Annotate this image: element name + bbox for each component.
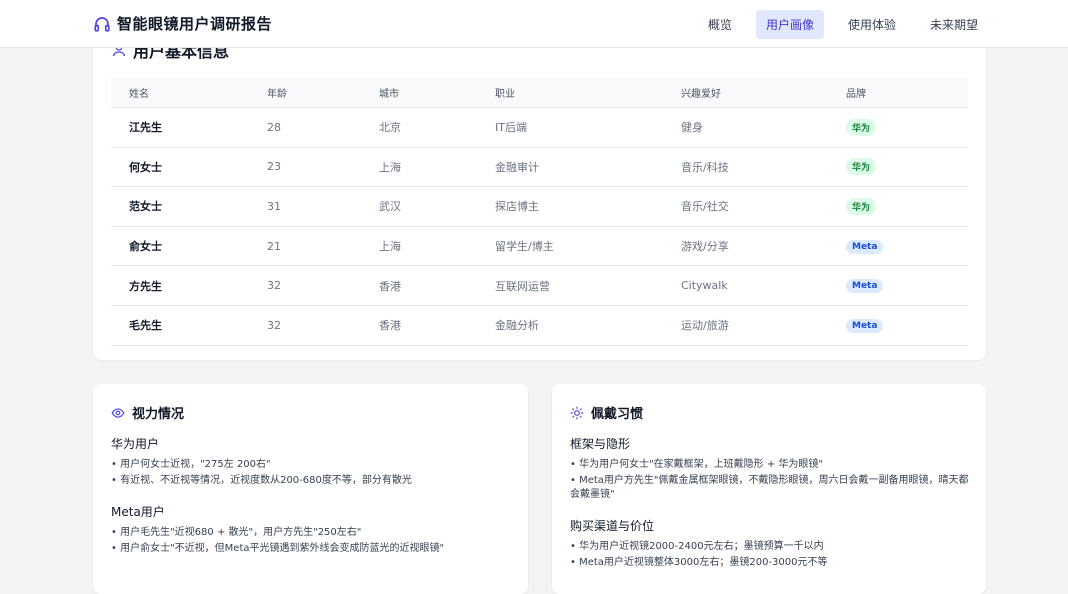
habits-card: 佩戴习惯 框架与隐形 • 华为用户何女士"在家戴框架，上班戴隐形 + 华为眼镜"… xyxy=(552,384,986,594)
group-title: 框架与隐形 xyxy=(570,437,631,451)
column-header: 城市 xyxy=(361,77,477,108)
eye-icon xyxy=(111,407,125,418)
brand-badge: Meta xyxy=(846,279,884,294)
vision-card: 视力情况 华为用户 • 用户何女士近视，"275左 200右" • 有近视、不近… xyxy=(93,384,528,594)
habits-title: 佩戴习惯 xyxy=(591,407,644,422)
bullet-item: • Meta用户近视镜整体3000左右；墨镜200-3000元不等 xyxy=(570,557,828,568)
table-row: 江先生 28 北京 IT后端 健身 华为 xyxy=(111,107,968,148)
table-row: 俞女士 21 上海 留学生/博主 游戏/分享 Meta xyxy=(111,226,968,267)
bullet-item: • 用户毛先生"近视680 + 散光"，用户方先生"250左右" xyxy=(111,527,362,538)
cell-hobby: 健身 xyxy=(663,107,828,148)
cell-brand: Meta xyxy=(828,226,968,267)
nav-expectations[interactable]: 未来期望 xyxy=(920,10,988,39)
brand-badge: 华为 xyxy=(846,197,877,215)
cell-age: 23 xyxy=(249,147,361,188)
cell-city: 北京 xyxy=(361,107,477,148)
brand[interactable]: 智能眼镜用户调研报告 xyxy=(93,13,272,34)
user-table: 姓名 年龄 城市 职业 兴趣爱好 品牌 江先生 28 北京 IT后端 健身 华为… xyxy=(111,77,968,346)
cell-age: 32 xyxy=(249,305,361,346)
table-row: 方先生 32 香港 互联网运营 Citywalk Meta xyxy=(111,265,968,306)
cell-hobby: 音乐/社交 xyxy=(663,186,828,227)
cell-brand: 华为 xyxy=(828,107,968,148)
cell-name: 毛先生 xyxy=(111,305,249,346)
column-header: 品牌 xyxy=(828,77,968,108)
top-nav: 概览 用户画像 使用体验 未来期望 xyxy=(684,10,988,39)
brand-badge: Meta xyxy=(846,318,884,333)
column-header: 年龄 xyxy=(249,77,361,108)
nav-overview[interactable]: 概览 xyxy=(698,10,742,39)
cell-hobby: Citywalk xyxy=(663,265,828,306)
column-header: 职业 xyxy=(477,77,663,108)
nav-user-profile[interactable]: 用户画像 xyxy=(755,10,824,39)
brand-badge: 华为 xyxy=(846,158,877,176)
brand-badge: 华为 xyxy=(846,118,877,136)
cell-city: 香港 xyxy=(361,305,477,346)
cell-brand: Meta xyxy=(828,305,968,346)
vision-header: 视力情况 xyxy=(111,403,184,422)
habits-group-frames: 框架与隐形 • 华为用户何女士"在家戴框架，上班戴隐形 + 华为眼镜" • Me… xyxy=(570,435,970,504)
cell-job: IT后端 xyxy=(477,107,663,148)
cell-job: 探店博主 xyxy=(477,186,663,227)
sun-icon xyxy=(570,406,584,419)
cell-name: 范女士 xyxy=(111,186,249,227)
cell-brand: Meta xyxy=(828,265,968,306)
cell-age: 31 xyxy=(249,186,361,227)
top-header: 智能眼镜用户调研报告 概览 用户画像 使用体验 未来期望 xyxy=(0,0,1068,48)
cell-name: 方先生 xyxy=(111,265,249,306)
cell-age: 21 xyxy=(249,226,361,267)
cell-city: 上海 xyxy=(361,226,477,267)
bullet-item: • 有近视、不近视等情况，近视度数从200-680度不等，部分有散光 xyxy=(111,475,412,486)
cell-city: 香港 xyxy=(361,265,477,306)
page-title: 智能眼镜用户调研报告 xyxy=(117,15,273,33)
cell-city: 武汉 xyxy=(361,186,477,227)
table-row: 何女士 23 上海 金融审计 音乐/科技 华为 xyxy=(111,147,968,188)
vision-title: 视力情况 xyxy=(132,407,185,422)
cell-hobby: 音乐/科技 xyxy=(663,147,828,188)
bullet-item: • Meta用户方先生"佩戴金属框架眼镜，不戴隐形眼镜，周六日会戴一副备用眼镜，… xyxy=(570,475,969,500)
headphones-icon xyxy=(94,16,110,32)
cell-name: 何女士 xyxy=(111,147,249,188)
nav-experience[interactable]: 使用体验 xyxy=(838,10,906,39)
bullet-item: • 用户何女士近视，"275左 200右" xyxy=(111,459,271,470)
table-row: 毛先生 32 香港 金融分析 运动/旅游 Meta xyxy=(111,305,968,346)
group-title: 购买渠道与价位 xyxy=(570,519,655,533)
table-row: 范女士 31 武汉 探店博主 音乐/社交 华为 xyxy=(111,186,968,227)
brand-badge: Meta xyxy=(846,239,884,254)
habits-header: 佩戴习惯 xyxy=(570,403,643,422)
cell-name: 江先生 xyxy=(111,107,249,148)
cell-job: 留学生/博主 xyxy=(477,226,663,267)
cell-name: 俞女士 xyxy=(111,226,249,267)
column-header: 兴趣爱好 xyxy=(663,77,828,108)
cell-hobby: 运动/旅游 xyxy=(663,305,828,346)
vision-group-huawei: 华为用户 • 用户何女士近视，"275左 200右" • 有近视、不近视等情况，… xyxy=(111,435,511,490)
column-header: 姓名 xyxy=(111,77,249,108)
cell-hobby: 游戏/分享 xyxy=(663,226,828,267)
group-title: Meta用户 xyxy=(111,505,165,519)
bullet-item: • 华为用户近视镜2000-2400元左右；墨镜预算一千以内 xyxy=(570,541,824,552)
group-title: 华为用户 xyxy=(111,437,160,451)
cell-age: 28 xyxy=(249,107,361,148)
cell-job: 互联网运营 xyxy=(477,265,663,306)
cell-city: 上海 xyxy=(361,147,477,188)
cell-job: 金融分析 xyxy=(477,305,663,346)
table-header-row: 姓名 年龄 城市 职业 兴趣爱好 品牌 xyxy=(111,77,968,108)
cell-brand: 华为 xyxy=(828,186,968,227)
vision-group-meta: Meta用户 • 用户毛先生"近视680 + 散光"，用户方先生"250左右" … xyxy=(111,503,511,558)
bullet-item: • 华为用户何女士"在家戴框架，上班戴隐形 + 华为眼镜" xyxy=(570,459,824,470)
cell-age: 32 xyxy=(249,265,361,306)
cell-brand: 华为 xyxy=(828,147,968,188)
user-info-card: 用户基本信息 姓名 年龄 城市 职业 兴趣爱好 品牌 江先生 28 北京 IT后… xyxy=(93,20,986,360)
bullet-item: • 用户俞女士"不近视，但Meta平光镜遇到紫外线会变成防蓝光的近视眼镜" xyxy=(111,543,445,554)
habits-group-purchase: 购买渠道与价位 • 华为用户近视镜2000-2400元左右；墨镜预算一千以内 •… xyxy=(570,517,970,572)
cell-job: 金融审计 xyxy=(477,147,663,188)
